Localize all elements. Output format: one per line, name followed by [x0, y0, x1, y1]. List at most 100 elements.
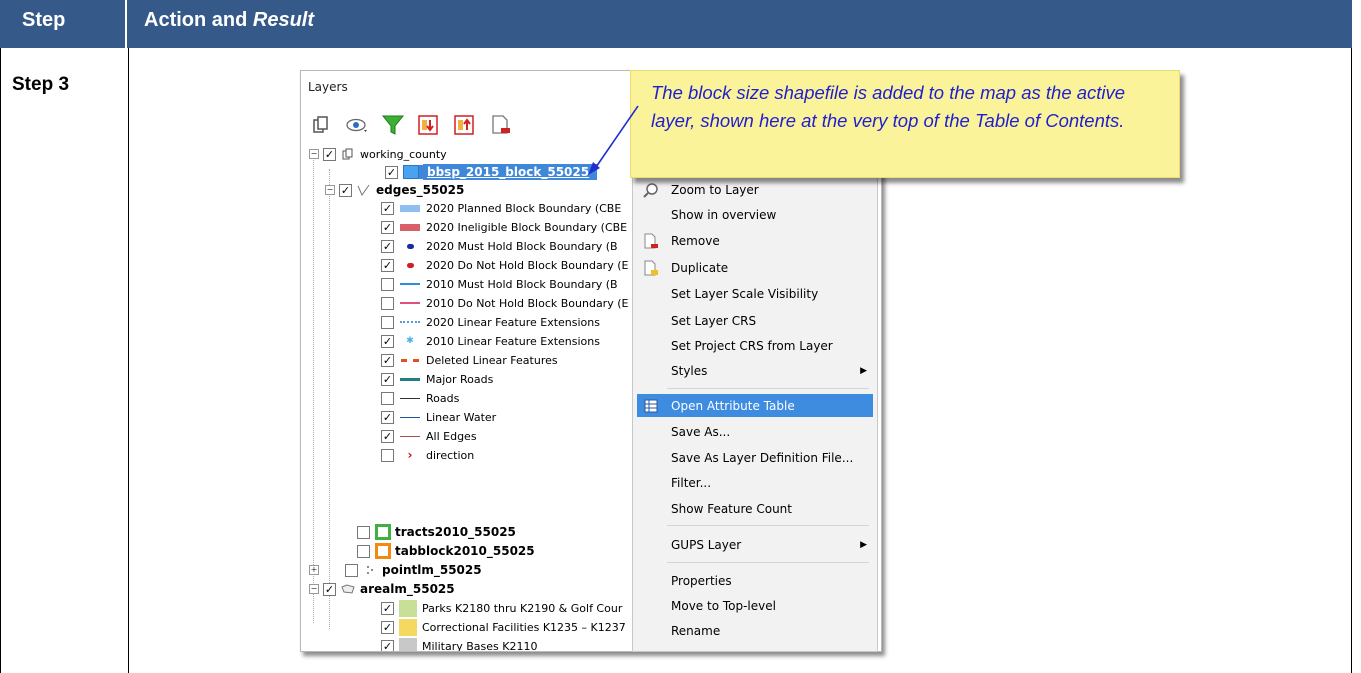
table-icon — [644, 399, 658, 412]
legend-checkbox[interactable]: ✓ — [381, 201, 394, 215]
menu-set-layer-crs[interactable]: Set Layer CRS — [637, 309, 873, 332]
collapse-all-icon[interactable] — [453, 113, 477, 137]
menu-duplicate[interactable]: Duplicate — [637, 256, 873, 279]
menu-styles[interactable]: Styles ▶ — [637, 359, 873, 382]
legend-checkbox[interactable] — [381, 315, 394, 329]
legend-checkbox[interactable]: ✓ — [381, 258, 394, 272]
legend-item[interactable]: ✓ 2020 Ineligible Block Boundary (CBE — [381, 218, 627, 236]
layer-checkbox[interactable] — [357, 525, 370, 539]
area-legend-item[interactable]: ✓ Parks K2180 thru K2190 & Golf Cour — [381, 599, 622, 617]
legend-item[interactable]: ✓ 2020 Planned Block Boundary (CBE — [381, 199, 621, 217]
legend-item[interactable]: 2010 Must Hold Block Boundary (B — [381, 275, 618, 293]
visibility-icon[interactable] — [345, 113, 369, 137]
menu-rename[interactable]: Rename — [637, 619, 873, 642]
table-border-left — [0, 48, 1, 673]
duplicate-icon — [644, 260, 658, 275]
menu-separator — [667, 562, 869, 563]
tree-row-working-county[interactable]: − ✓ working_county — [309, 145, 447, 163]
menu-save-as[interactable]: Save As... — [637, 420, 873, 443]
legend-item[interactable]: 2020 Linear Feature Extensions — [381, 313, 600, 331]
expand-toggle[interactable]: + — [309, 565, 319, 575]
layer-checkbox[interactable]: ✓ — [323, 147, 336, 161]
collapse-toggle[interactable]: − — [309, 149, 319, 159]
legend-symbol — [399, 279, 421, 289]
layer-checkbox[interactable] — [357, 544, 370, 558]
legend-item[interactable]: Roads — [381, 389, 459, 407]
collapse-toggle[interactable]: − — [325, 185, 335, 195]
legend-checkbox[interactable] — [381, 277, 394, 291]
menu-properties[interactable]: Properties — [637, 569, 873, 592]
legend-checkbox[interactable]: ✓ — [381, 601, 394, 615]
remove-layer-icon[interactable] — [489, 113, 513, 137]
tree-row-tabblock[interactable]: tabblock2010_55025 — [357, 542, 535, 560]
legend-item[interactable]: ✓ Linear Water — [381, 408, 496, 426]
filter-icon[interactable] — [381, 113, 405, 137]
legend-symbol: › — [407, 448, 413, 462]
legend-item[interactable]: ✓ 2020 Do Not Hold Block Boundary (E — [381, 256, 628, 274]
menu-label: Set Project CRS from Layer — [671, 338, 833, 353]
legend-checkbox[interactable]: ✓ — [381, 429, 394, 443]
menu-move-to-top-level[interactable]: Move to Top-level — [637, 594, 873, 617]
legend-checkbox[interactable]: ✓ — [381, 372, 394, 386]
context-menu: Zoom to Layer Show in overview Remove Du… — [632, 174, 878, 652]
legend-checkbox[interactable]: ✓ — [381, 639, 394, 651]
menu-set-project-crs[interactable]: Set Project CRS from Layer — [637, 334, 873, 357]
layer-label: working_county — [360, 147, 447, 161]
header-step: Step — [22, 9, 66, 31]
menu-label: Remove — [671, 233, 720, 248]
callout-text: The block size shapefile is added to the… — [651, 82, 1126, 131]
tree-row-bbsp[interactable]: ✓ bbsp_2015_block_55025 — [385, 163, 598, 181]
layer-checkbox[interactable]: ✓ — [339, 183, 352, 197]
tree-row-pointlm[interactable]: + pointlm_55025 — [309, 561, 482, 579]
tree-row-edges[interactable]: − ✓ edges_55025 — [325, 181, 464, 199]
layer-label: bbsp_2015_block_55025 — [423, 164, 598, 180]
menu-gups-layer[interactable]: GUPS Layer ▶ — [637, 533, 873, 556]
legend-checkbox[interactable]: ✓ — [381, 334, 394, 348]
collapse-toggle[interactable]: − — [309, 584, 319, 594]
legend-checkbox[interactable]: ✓ — [381, 220, 394, 234]
step-label: Step 3 — [12, 74, 70, 95]
legend-checkbox[interactable]: ✓ — [381, 410, 394, 424]
layer-label: tracts2010_55025 — [395, 525, 516, 539]
layer-checkbox[interactable]: ✓ — [323, 582, 336, 596]
legend-item[interactable]: ✓ Deleted Linear Features — [381, 351, 558, 369]
menu-show-in-overview[interactable]: Show in overview — [637, 203, 873, 226]
legend-item[interactable]: 2010 Do Not Hold Block Boundary (E — [381, 294, 628, 312]
menu-remove[interactable]: Remove — [637, 229, 873, 252]
legend-checkbox[interactable] — [381, 448, 394, 462]
area-legend-item[interactable]: ✓ Correctional Facilities K1235 – K1237 — [381, 618, 626, 636]
header-action: Action and Result — [144, 9, 314, 32]
add-group-icon[interactable] — [309, 113, 333, 137]
legend-checkbox[interactable] — [381, 296, 394, 310]
menu-show-feature-count[interactable]: Show Feature Count — [637, 497, 873, 520]
legend-symbol — [399, 203, 421, 213]
table-header: Step Action and Result — [0, 0, 1352, 48]
legend-checkbox[interactable]: ✓ — [381, 353, 394, 367]
legend-item[interactable]: ✓ Major Roads — [381, 370, 493, 388]
legend-checkbox[interactable]: ✓ — [381, 239, 394, 253]
tree-row-tracts[interactable]: tracts2010_55025 — [357, 523, 516, 541]
menu-set-layer-scale-visibility[interactable]: Set Layer Scale Visibility — [637, 282, 873, 305]
menu-label: GUPS Layer — [671, 537, 742, 552]
legend-checkbox[interactable] — [381, 391, 394, 405]
menu-filter[interactable]: Filter... — [637, 471, 873, 494]
area-legend-item[interactable]: ✓ Military Bases K2110 — [381, 637, 537, 651]
legend-symbol — [399, 241, 421, 251]
menu-save-layer-definition[interactable]: Save As Layer Definition File... — [637, 446, 873, 469]
expand-all-icon[interactable] — [417, 113, 441, 137]
menu-open-attribute-table[interactable]: Open Attribute Table — [637, 394, 873, 417]
legend-fill-swatch — [399, 599, 417, 617]
layer-checkbox[interactable] — [345, 563, 358, 577]
legend-label: 2020 Must Hold Block Boundary (B — [426, 239, 618, 253]
legend-symbol — [399, 317, 421, 327]
legend-checkbox[interactable]: ✓ — [381, 620, 394, 634]
legend-item[interactable]: ✓ 2020 Must Hold Block Boundary (B — [381, 237, 618, 255]
legend-item[interactable]: ✓ All Edges — [381, 427, 477, 445]
legend-item[interactable]: › direction — [381, 446, 474, 464]
layer-label: edges_55025 — [376, 183, 465, 197]
callout-note: The block size shapefile is added to the… — [630, 70, 1180, 178]
menu-zoom-to-layer[interactable]: Zoom to Layer — [637, 178, 873, 201]
tree-row-arealm[interactable]: − ✓ arealm_55025 — [309, 580, 455, 598]
legend-item[interactable]: ✓ ✱ 2010 Linear Feature Extensions — [381, 332, 600, 350]
layer-checkbox[interactable]: ✓ — [385, 165, 398, 179]
